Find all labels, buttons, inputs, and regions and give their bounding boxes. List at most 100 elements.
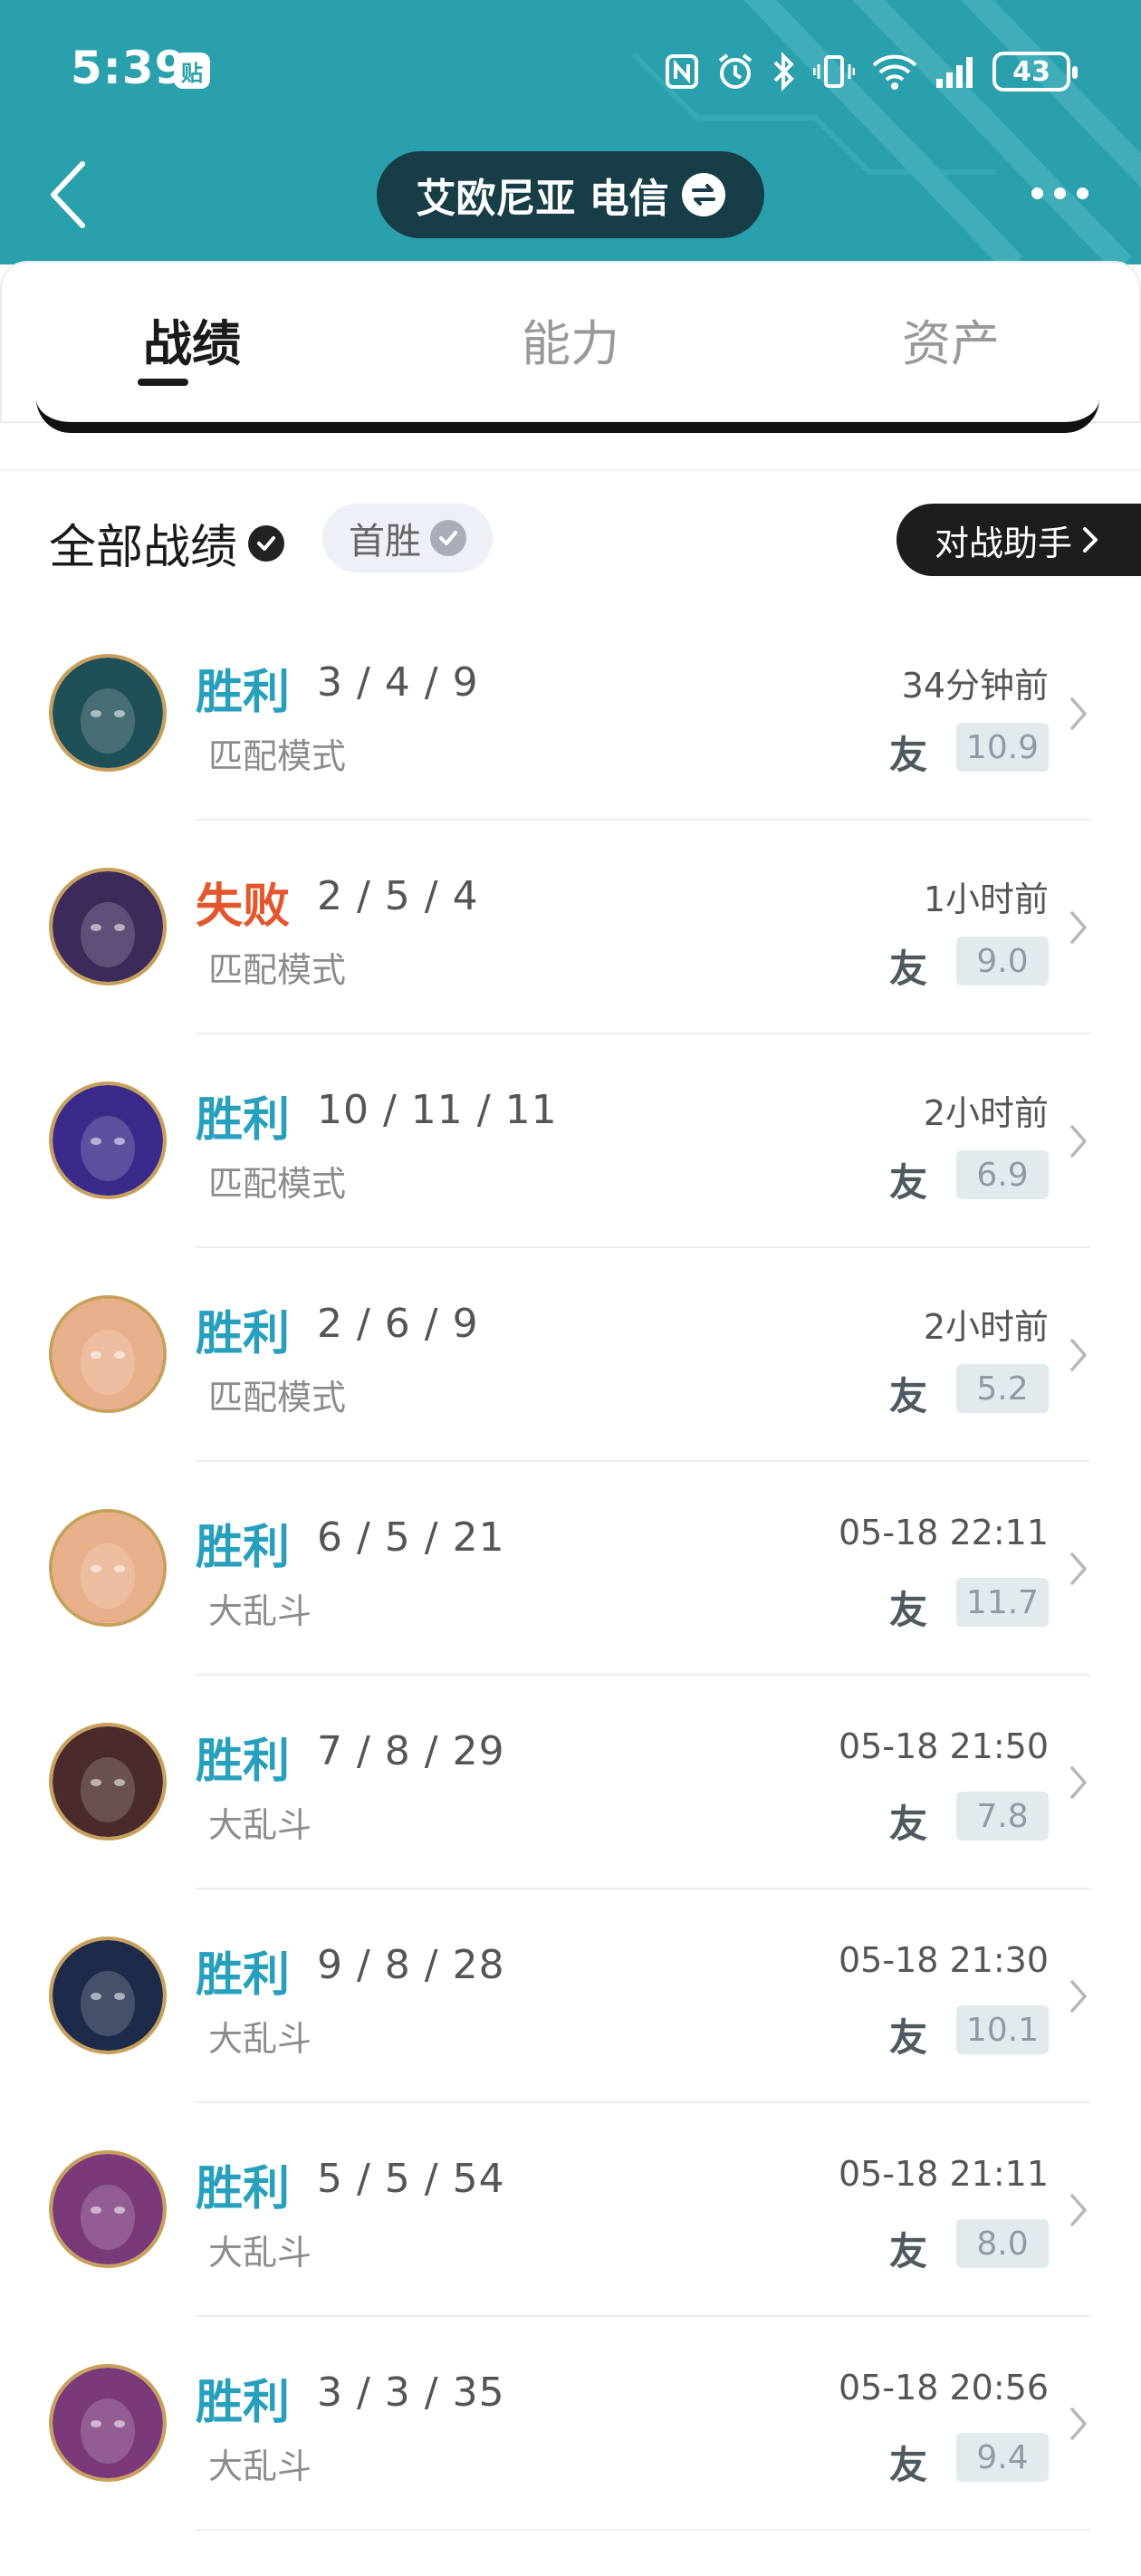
match-row[interactable]: 胜利 3 / 4 / 9 匹配模式 34分钟前 友 10.9: [0, 607, 1141, 821]
kda-score: 3 / 3 / 35: [317, 2369, 505, 2416]
match-result: 胜利: [196, 2162, 291, 2216]
back-arrow-icon: [51, 161, 85, 228]
first-win-chip[interactable]: 首胜: [322, 504, 493, 572]
champion-avatar: [49, 2150, 167, 2268]
friend-icon: 友: [889, 733, 928, 777]
row-divider: [196, 2529, 1090, 2531]
nfc-icon: [666, 54, 698, 89]
check-icon: [430, 520, 466, 556]
tab-records[interactable]: 战绩: [74, 303, 310, 375]
system-icons: 43: [665, 49, 1078, 94]
match-time: 05-18 22:11: [838, 1513, 1049, 1552]
rating-badge: 11.7: [956, 1578, 1049, 1627]
back-button[interactable]: [36, 154, 100, 235]
chevron-right-icon: [1070, 1125, 1087, 1158]
battle-assistant-label: 对战助手: [935, 523, 1073, 563]
match-row[interactable]: 胜利 3 / 3 / 35 大乱斗 05-18 20:56 友 9.4: [0, 2317, 1141, 2531]
server-name: 艾欧尼亚 电信: [416, 176, 669, 222]
kda-score: 10 / 11 / 11: [317, 1087, 558, 1133]
friend-icon: 友: [889, 1588, 928, 1632]
kda-score: 9 / 8 / 28: [317, 1942, 505, 1988]
champion-avatar: [49, 654, 167, 772]
match-row[interactable]: 胜利 5 / 5 / 54 大乱斗 05-18 21:11 友 8.0: [0, 2103, 1141, 2317]
match-result: 胜利: [196, 1093, 291, 1148]
match-row[interactable]: 失败 2 / 5 / 4 匹配模式 1小时前 友 9.0: [0, 821, 1141, 1034]
vibrate-icon: [813, 55, 855, 88]
kda-score: 7 / 8 / 29: [317, 1728, 505, 1774]
more-dot: [1031, 187, 1043, 199]
status-time: 5:39: [71, 42, 187, 94]
champion-avatar: [49, 1081, 167, 1199]
game-mode: 大乱斗: [208, 2233, 312, 2273]
champion-avatar: [49, 1937, 167, 2054]
match-row[interactable]: 胜利 6 / 5 / 21 大乱斗 05-18 22:11 友 11.7: [0, 1462, 1141, 1676]
match-result: 胜利: [196, 1948, 291, 2003]
all-records-filter[interactable]: 全部战绩: [49, 509, 285, 577]
match-result: 失败: [196, 879, 291, 934]
match-time: 2小时前: [923, 1093, 1049, 1133]
collapsed-panel-edge: [36, 399, 1099, 433]
game-mode: 匹配模式: [208, 950, 347, 990]
match-row[interactable]: 胜利 2 / 6 / 9 匹配模式 2小时前 友 5.2: [0, 1248, 1141, 1462]
friend-icon: 友: [889, 2015, 928, 2060]
chevron-right-icon: [1070, 697, 1087, 730]
rating-badge: 9.4: [956, 2433, 1049, 2482]
more-dot: [1076, 187, 1088, 199]
tab-assets[interactable]: 资产: [833, 303, 1069, 375]
all-records-label: 全部战绩: [49, 521, 238, 575]
rating-badge: 6.9: [956, 1150, 1049, 1199]
game-mode: 匹配模式: [208, 1164, 347, 1204]
champion-avatar: [49, 868, 167, 985]
game-mode: 大乱斗: [208, 2446, 312, 2486]
game-mode: 匹配模式: [208, 1378, 347, 1418]
server-switcher[interactable]: 艾欧尼亚 电信: [377, 151, 764, 238]
match-time: 05-18 21:11: [838, 2154, 1049, 2194]
alarm-icon: [718, 53, 753, 89]
app-header: 5:39 贴 43 艾欧尼亚 电信: [0, 0, 1141, 264]
match-history-list: 胜利 3 / 4 / 9 匹配模式 34分钟前 友 10.9 失败 2 / 5 …: [0, 607, 1141, 2531]
friend-icon: 友: [889, 1802, 928, 1846]
status-bar: 5:39 贴 43: [0, 0, 1141, 145]
rating-badge: 8.0: [956, 2219, 1049, 2268]
chevron-right-icon: [1070, 1766, 1087, 1799]
battle-assistant-button[interactable]: 对战助手: [896, 504, 1141, 576]
rating-badge: 9.0: [956, 937, 1049, 985]
filter-row: 全部战绩 首胜 对战助手: [0, 504, 1141, 576]
match-row[interactable]: 胜利 7 / 8 / 29 大乱斗 05-18 21:50 友 7.8: [0, 1676, 1141, 1889]
chevron-right-icon: [1070, 1339, 1087, 1371]
kda-score: 5 / 5 / 54: [317, 2156, 505, 2202]
rating-badge: 10.9: [956, 723, 1049, 772]
swap-icon: [681, 173, 725, 216]
game-mode: 大乱斗: [208, 2019, 312, 2059]
match-time: 05-18 20:56: [838, 2368, 1049, 2408]
match-time: 05-18 21:50: [838, 1726, 1049, 1766]
match-result: 胜利: [196, 1307, 291, 1361]
more-options-button[interactable]: [1014, 161, 1105, 225]
chevron-right-icon: [1070, 2408, 1087, 2440]
kda-score: 2 / 6 / 9: [317, 1301, 479, 1347]
rating-badge: 10.1: [956, 2005, 1049, 2054]
kda-score: 6 / 5 / 21: [317, 1514, 505, 1561]
rating-badge: 5.2: [956, 1364, 1049, 1413]
match-row[interactable]: 胜利 9 / 8 / 28 大乱斗 05-18 21:30 友 10.1: [0, 1889, 1141, 2103]
friend-icon: 友: [889, 2443, 928, 2487]
match-result: 胜利: [196, 2376, 291, 2430]
bluetooth-icon: [773, 52, 794, 91]
rating-badge: 7.8: [956, 1792, 1049, 1841]
game-mode: 大乱斗: [208, 1591, 312, 1631]
friend-icon: 友: [889, 2229, 928, 2273]
friend-icon: 友: [889, 1160, 928, 1205]
kda-score: 3 / 4 / 9: [317, 659, 479, 706]
first-win-label: 首胜: [349, 521, 421, 562]
tab-ability[interactable]: 能力: [453, 303, 688, 375]
match-result: 胜利: [196, 1521, 291, 1575]
chevron-right-icon: [1083, 527, 1098, 553]
active-tab-indicator: [138, 379, 188, 386]
friend-icon: 友: [889, 947, 928, 991]
chevron-right-icon: [1070, 1552, 1087, 1585]
chevron-right-icon: [1070, 2194, 1087, 2226]
champion-avatar: [49, 1723, 167, 1841]
match-time: 2小时前: [923, 1307, 1049, 1347]
match-row[interactable]: 胜利 10 / 11 / 11 匹配模式 2小时前 友 6.9: [0, 1034, 1141, 1248]
game-mode: 匹配模式: [208, 736, 347, 776]
